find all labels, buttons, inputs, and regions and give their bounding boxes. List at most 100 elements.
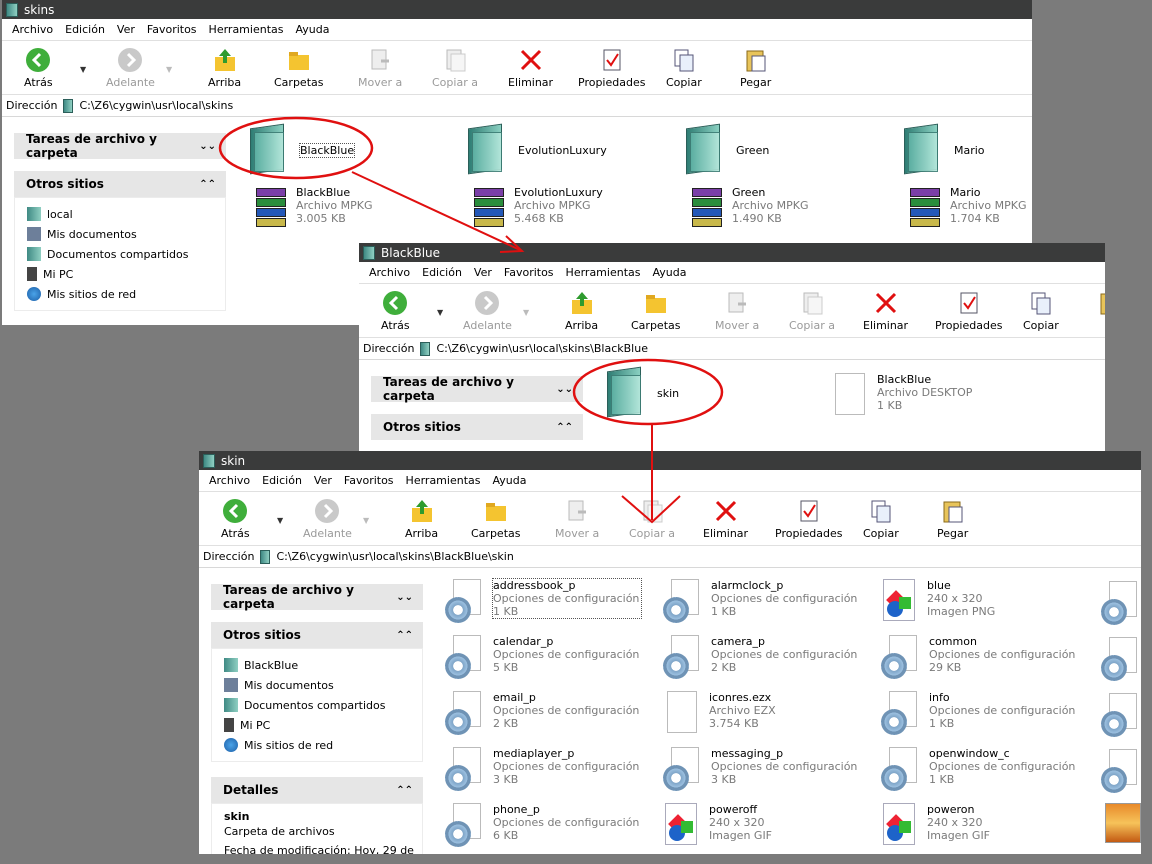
forward-dropdown-icon[interactable]: ▼ (166, 65, 172, 74)
properties-button[interactable]: Propiedades (935, 290, 1002, 332)
address-input[interactable]: C:\Z6\cygwin\usr\local\skins\BlackBlue (436, 342, 648, 355)
up-button[interactable]: Arriba (405, 498, 438, 540)
file-item[interactable]: phone_p Opciones de configuración 6 KB (443, 803, 639, 847)
chevron-up-icon[interactable]: ⌃⌃ (396, 630, 413, 641)
menu-favoritos[interactable]: Favoritos (141, 23, 203, 36)
tasks-panel-header[interactable]: Tareas de archivo y carpeta ⌄⌄ (14, 132, 226, 160)
folder-item[interactable]: BlackBlue (242, 123, 356, 175)
place-mis-sitios-de-red[interactable]: Mis sitios de red (27, 284, 225, 304)
copy-to-button[interactable]: Copiar a (432, 47, 478, 89)
tasks-panel-header[interactable]: Tareas de archivo y carpeta ⌄⌄ (211, 583, 423, 611)
menu-herramientas[interactable]: Herramientas (560, 266, 647, 279)
paste-button[interactable]: Pegar (937, 498, 968, 540)
menu-ayuda[interactable]: Ayuda (289, 23, 335, 36)
up-button[interactable]: Arriba (208, 47, 241, 89)
file-item[interactable]: mediaplayer_p Opciones de configuración 3 … (443, 747, 639, 791)
file-item[interactable]: info Opciones de configuración 1 KB (879, 691, 1075, 735)
menu-archivo[interactable]: Archivo (363, 266, 416, 279)
address-input[interactable]: C:\Z6\cygwin\usr\local\skins\BlackBlue\s… (276, 550, 513, 563)
place-documentos-compartidos[interactable]: Documentos compartidos (224, 695, 422, 715)
folder-item[interactable]: Green (678, 123, 769, 175)
chevron-down-icon[interactable]: ⌄⌄ (556, 384, 573, 395)
back-button[interactable]: Atrás (221, 498, 250, 540)
chevron-up-icon[interactable]: ⌃⌃ (556, 422, 573, 433)
file-item[interactable]: EvolutionLuxury Archivo MPKG 5.468 KB (472, 186, 603, 228)
menu-favoritos[interactable]: Favoritos (338, 474, 400, 487)
folders-button[interactable]: Carpetas (471, 498, 520, 540)
file-item[interactable]: poweroff 240 x 320 Imagen GIF (661, 803, 772, 847)
back-button[interactable]: Atrás (24, 47, 53, 89)
properties-button[interactable]: Propiedades (775, 498, 842, 540)
place-local[interactable]: local (27, 204, 225, 224)
menu-ver[interactable]: Ver (111, 23, 141, 36)
copy-button[interactable]: Copiar (666, 47, 702, 89)
chevron-down-icon[interactable]: ⌄⌄ (396, 592, 413, 603)
forward-dropdown-icon[interactable]: ▼ (363, 516, 369, 525)
menu-edicion[interactable]: Edición (59, 23, 111, 36)
title-bar[interactable]: skin (199, 451, 1141, 470)
file-item[interactable]: BlackBlue Archivo MPKG 3.005 KB (254, 186, 372, 228)
other-places-header[interactable]: Otros sitios ⌃⌃ (371, 414, 583, 440)
copy-button[interactable]: Copiar (863, 498, 899, 540)
place-mis-documentos[interactable]: Mis documentos (224, 675, 422, 695)
folder-item[interactable]: Mario (896, 123, 985, 175)
file-item[interactable]: common Opciones de configuración 29 KB (879, 635, 1075, 679)
folder-item[interactable]: skin (599, 366, 679, 418)
file-item[interactable]: Mario Archivo MPKG 1.704 KB (908, 186, 1026, 228)
menu-ver[interactable]: Ver (468, 266, 498, 279)
file-item[interactable]: addressbook_p Opciones de configuración 1 … (443, 578, 643, 623)
menu-archivo[interactable]: Archivo (203, 474, 256, 487)
place-mi-pc[interactable]: Mi PC (27, 264, 225, 284)
file-item[interactable]: alarmclock_p Opciones de configuración 1 K… (661, 579, 857, 623)
folders-button[interactable]: Carpetas (274, 47, 323, 89)
place-documentos-compartidos[interactable]: Documentos compartidos (27, 244, 225, 264)
back-dropdown-icon[interactable]: ▼ (277, 516, 283, 525)
back-dropdown-icon[interactable]: ▼ (80, 65, 86, 74)
file-item[interactable]: camera_p Opciones de configuración 2 KB (661, 635, 857, 679)
menu-herramientas[interactable]: Herramientas (203, 23, 290, 36)
menu-ayuda[interactable]: Ayuda (646, 266, 692, 279)
forward-dropdown-icon[interactable]: ▼ (523, 308, 529, 317)
move-to-button[interactable]: Mover a (715, 290, 759, 332)
back-dropdown-icon[interactable]: ▼ (437, 308, 443, 317)
file-item[interactable]: Green Archivo MPKG 1.490 KB (690, 186, 808, 228)
menu-edicion[interactable]: Edición (416, 266, 468, 279)
move-to-button[interactable]: Mover a (555, 498, 599, 540)
copy-to-button[interactable]: Copiar a (629, 498, 675, 540)
title-bar[interactable]: skins (2, 0, 1032, 19)
title-bar[interactable]: BlackBlue (359, 243, 1105, 262)
file-item[interactable]: poweron 240 x 320 Imagen GIF (879, 803, 990, 847)
file-item[interactable]: BlackBlue Archivo DESKTOP 1 KB (829, 373, 972, 417)
forward-button[interactable]: Adelante (463, 290, 512, 332)
file-item[interactable]: messaging_p Opciones de configuración 3 KB (661, 747, 857, 791)
forward-button[interactable]: Adelante (303, 498, 352, 540)
chevron-down-icon[interactable]: ⌄⌄ (199, 141, 216, 152)
address-input[interactable]: C:\Z6\cygwin\usr\local\skins (79, 99, 233, 112)
menu-archivo[interactable]: Archivo (6, 23, 59, 36)
file-item[interactable]: blue 240 x 320 Imagen PNG (879, 579, 995, 623)
back-button[interactable]: Atrás (381, 290, 410, 332)
details-header[interactable]: Detalles ⌃⌃ (211, 777, 423, 803)
menu-herramientas[interactable]: Herramientas (400, 474, 487, 487)
place-mis-documentos[interactable]: Mis documentos (27, 224, 225, 244)
file-item[interactable]: email_p Opciones de configuración 2 KB (443, 691, 639, 735)
chevron-up-icon[interactable]: ⌃⌃ (396, 785, 413, 796)
place-mis-sitios-de-red[interactable]: Mis sitios de red (224, 735, 422, 755)
folder-item[interactable]: EvolutionLuxury (460, 123, 607, 175)
menu-ver[interactable]: Ver (308, 474, 338, 487)
menu-favoritos[interactable]: Favoritos (498, 266, 560, 279)
move-to-button[interactable]: Mover a (358, 47, 402, 89)
chevron-up-icon[interactable]: ⌃⌃ (199, 179, 216, 190)
place-mi-pc[interactable]: Mi PC (224, 715, 422, 735)
folders-button[interactable]: Carpetas (631, 290, 680, 332)
file-item[interactable]: iconres.ezx Archivo EZX 3.754 KB (661, 691, 776, 735)
menu-edicion[interactable]: Edición (256, 474, 308, 487)
paste-button[interactable]: Pegar (740, 47, 771, 89)
copy-button[interactable]: Copiar (1023, 290, 1059, 332)
file-item[interactable]: calendar_p Opciones de configuración 5 KB (443, 635, 639, 679)
other-places-header[interactable]: Otros sitios ⌃⌃ (211, 622, 423, 648)
menu-ayuda[interactable]: Ayuda (486, 474, 532, 487)
tasks-panel-header[interactable]: Tareas de archivo y carpeta ⌄⌄ (371, 375, 583, 403)
other-places-header[interactable]: Otros sitios ⌃⌃ (14, 171, 226, 197)
properties-button[interactable]: Propiedades (578, 47, 645, 89)
